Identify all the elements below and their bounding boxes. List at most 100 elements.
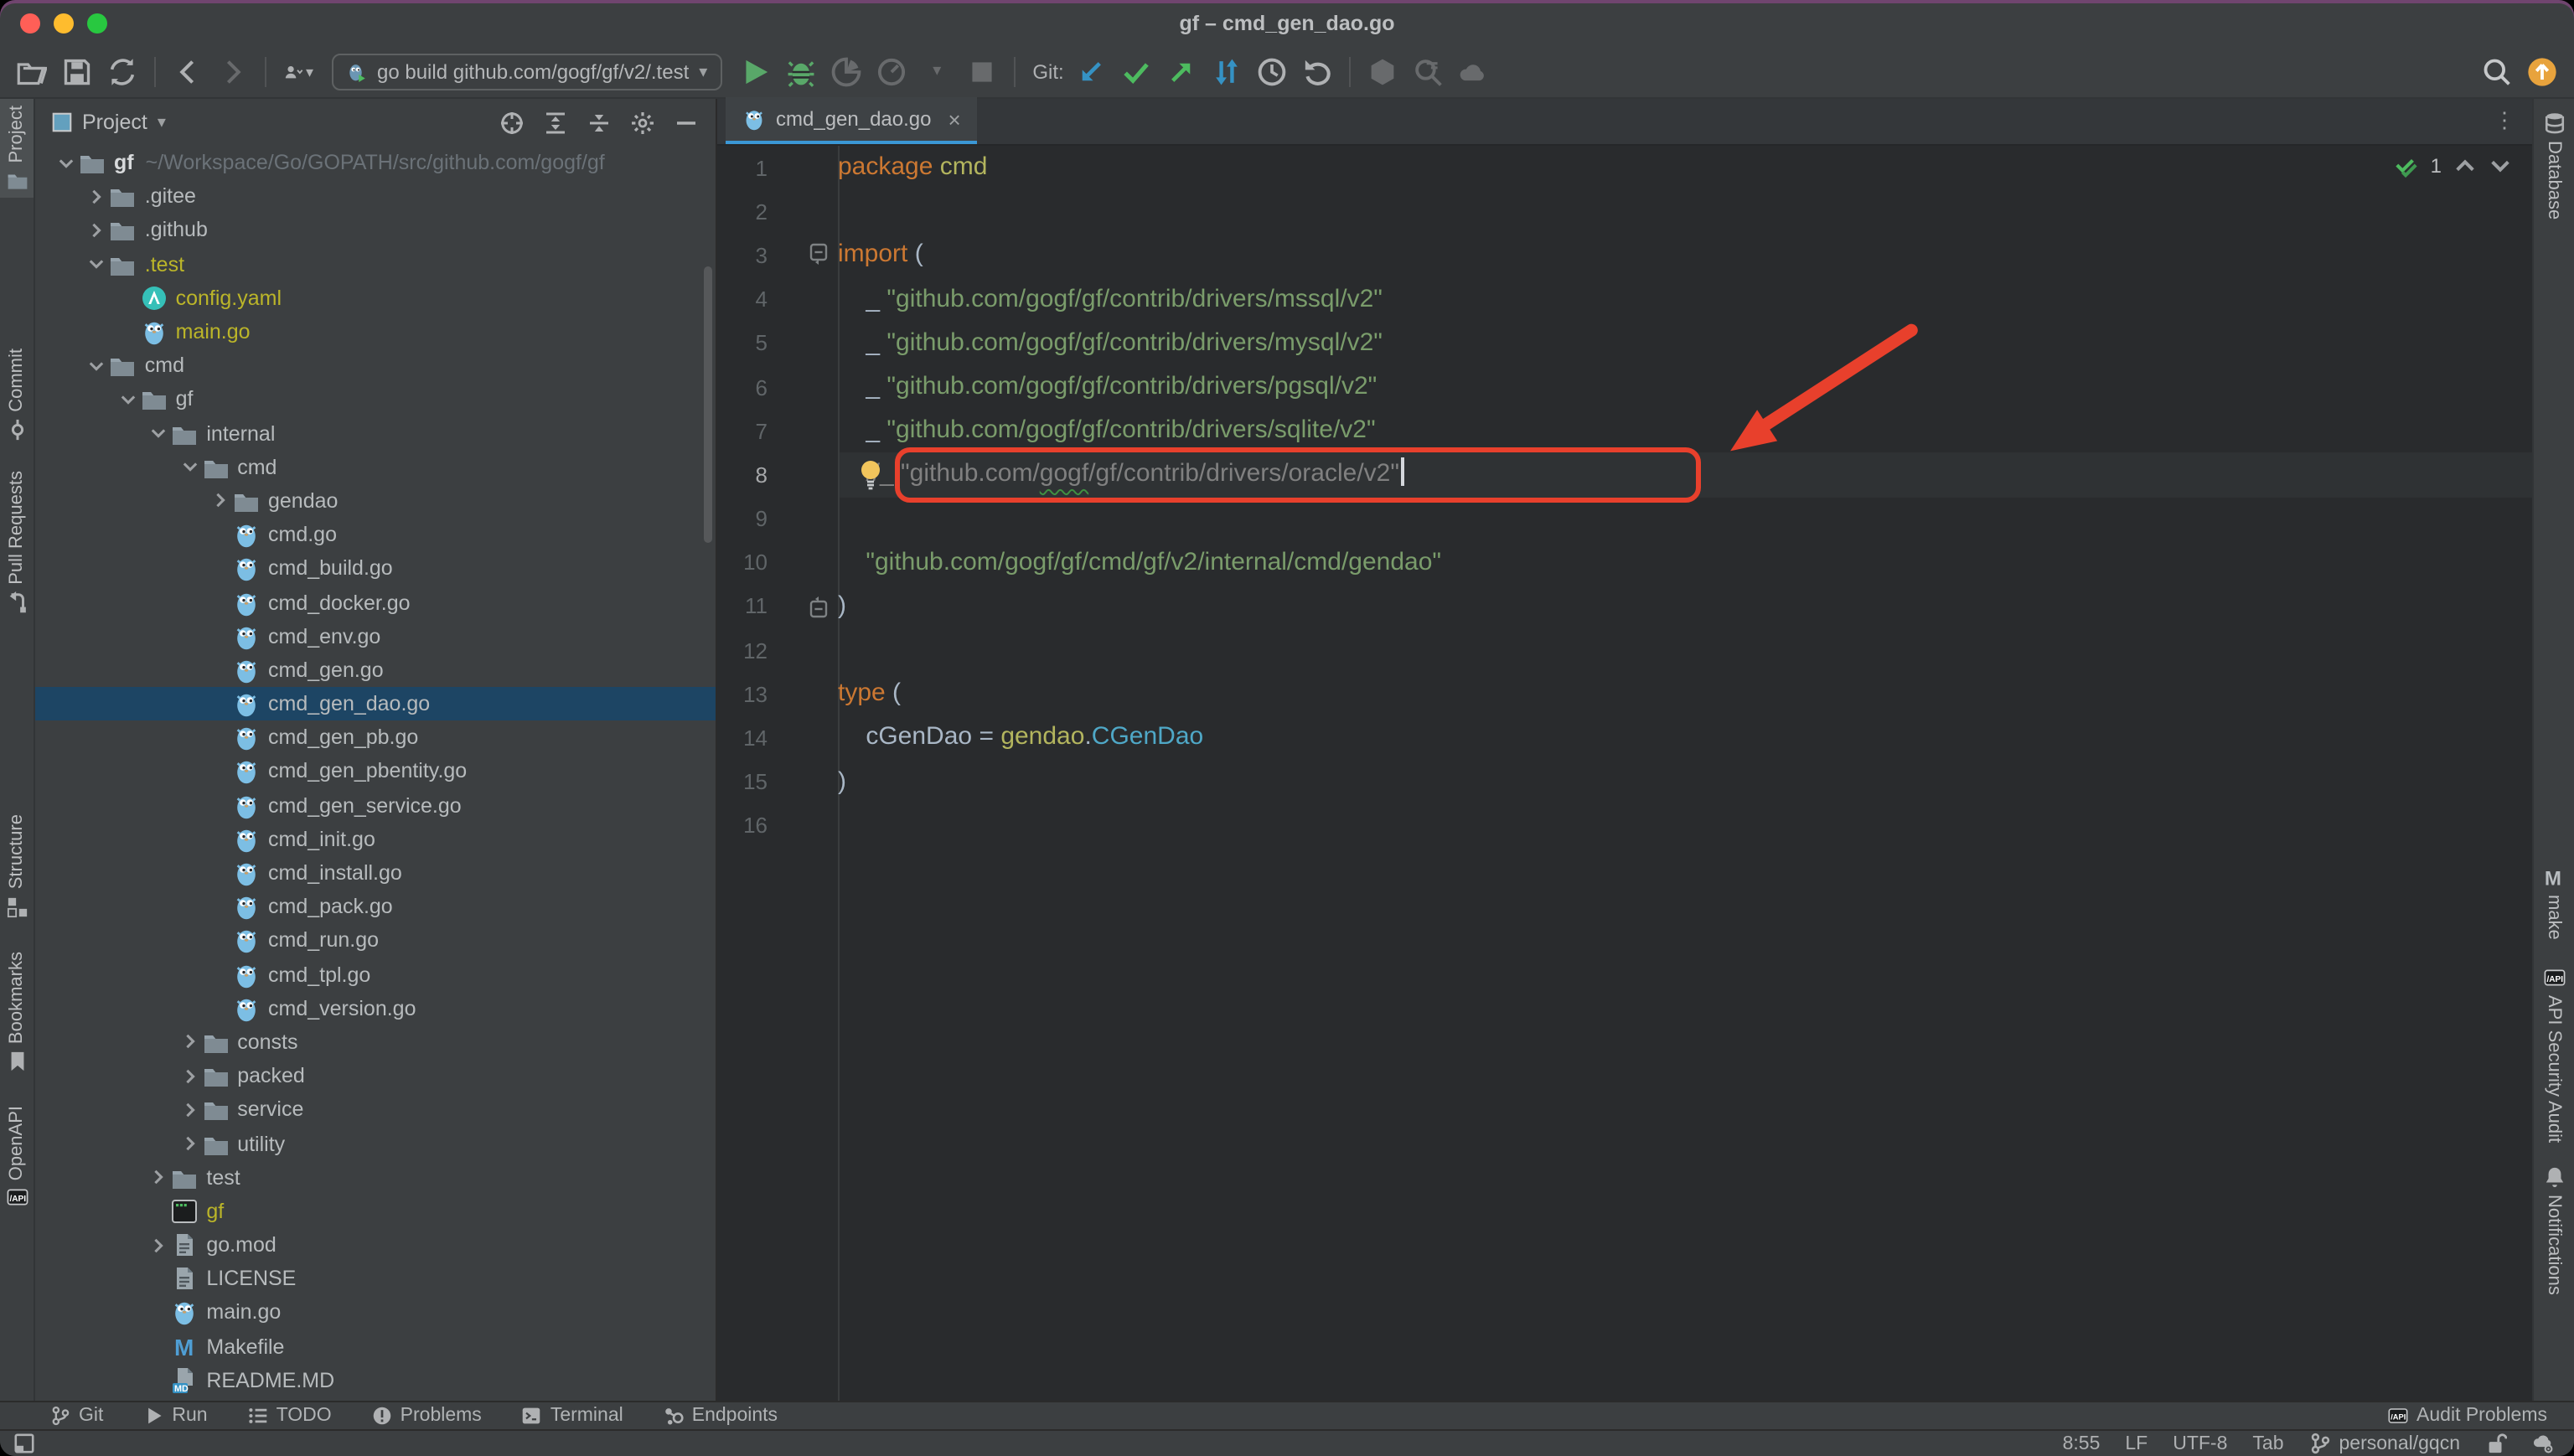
tree-row[interactable]: main.go [35, 315, 716, 349]
update-project-button[interactable] [1076, 57, 1106, 87]
tree-row[interactable]: service [35, 1093, 716, 1127]
line-number[interactable]: 10 [717, 550, 768, 576]
tree-row[interactable]: cmd_version.go [35, 991, 716, 1025]
code-line-4[interactable]: 4 _ "github.com/gogf/gf/contrib/drivers/… [717, 277, 2532, 321]
back-button[interactable] [173, 57, 203, 87]
readonly-toggle[interactable] [2485, 1433, 2507, 1454]
code-line-7[interactable]: 7 _ "github.com/gogf/gf/contrib/drivers/… [717, 409, 2532, 452]
tree-row[interactable]: test [35, 1160, 716, 1194]
line-number[interactable]: 8 [717, 462, 768, 488]
tree-row[interactable]: MMakefile [35, 1330, 716, 1363]
status-caret-position[interactable]: 8:55 [2063, 1433, 2101, 1453]
tree-row[interactable]: .gitee [35, 179, 716, 213]
status-line-separator[interactable]: LF [2125, 1433, 2148, 1453]
fetch-button[interactable] [1212, 57, 1242, 87]
tool-window-button-notifications[interactable]: Notifications [2534, 1159, 2574, 1302]
line-number[interactable]: 16 [717, 813, 768, 839]
close-window-button[interactable] [20, 13, 40, 34]
user-profile-button[interactable]: ▾ [283, 57, 313, 87]
minimize-window-button[interactable] [54, 13, 74, 34]
tree-row[interactable]: cmd_pack.go [35, 890, 716, 923]
tree-row[interactable]: gendao [35, 484, 716, 518]
zoom-window-button[interactable] [87, 13, 107, 34]
rollback-button[interactable] [1302, 57, 1332, 87]
chevron-collapsed-icon[interactable] [208, 493, 233, 509]
line-number[interactable]: 5 [717, 331, 768, 356]
project-panel-title[interactable]: Project [82, 111, 147, 134]
chevron-expanded-icon[interactable] [177, 460, 202, 475]
chevron-collapsed-icon[interactable] [146, 1169, 171, 1185]
tool-windows-icon[interactable] [13, 1433, 35, 1454]
line-number[interactable]: 15 [717, 769, 768, 794]
tool-window-button-project[interactable]: Project [0, 99, 34, 199]
code-line-16[interactable]: 16 [717, 804, 2532, 848]
code-line-12[interactable]: 12 [717, 628, 2532, 672]
tree-row[interactable]: gf [35, 1195, 716, 1228]
chevron-expanded-icon[interactable] [54, 155, 79, 170]
tree-row[interactable]: go.mod [35, 1228, 716, 1262]
chevron-collapsed-icon[interactable] [85, 223, 110, 238]
tree-row[interactable]: cmd_gen.go [35, 653, 716, 687]
tool-window-button-commit[interactable]: Commit [0, 343, 34, 448]
tree-row[interactable]: gf [35, 383, 716, 416]
settings-sync[interactable] [2532, 1433, 2554, 1454]
tool-window-button-api-security-audit[interactable]: /APIAPI Security Audit [2534, 960, 2574, 1149]
line-number[interactable]: 4 [717, 287, 768, 312]
code-editor[interactable]: 1package cmd23import (4 _ "github.com/go… [717, 146, 2532, 1401]
code-line-13[interactable]: 13type ( [717, 673, 2532, 716]
code-line-10[interactable]: 10 "github.com/gogf/gf/cmd/gf/v2/interna… [717, 540, 2532, 584]
code-line-2[interactable]: 2 [717, 189, 2532, 233]
tree-row[interactable]: cmd [35, 450, 716, 483]
run-button[interactable] [741, 57, 771, 87]
line-number[interactable]: 1 [717, 155, 768, 180]
tool-window-button-todo[interactable]: TODO [248, 1406, 332, 1426]
collapse-all-button[interactable] [587, 110, 612, 135]
line-number[interactable]: 12 [717, 638, 768, 663]
profiler-button[interactable] [876, 57, 907, 87]
line-number[interactable]: 9 [717, 506, 768, 531]
forward-button[interactable] [218, 57, 248, 87]
push-button[interactable] [1166, 57, 1197, 87]
previous-problem-icon[interactable] [2453, 154, 2477, 178]
tool-window-button-run[interactable]: Run [143, 1406, 207, 1426]
commit-button[interactable] [1121, 57, 1151, 87]
code-line-14[interactable]: 14 cGenDao = gendao.CGenDao [717, 716, 2532, 760]
services-button[interactable] [1367, 57, 1398, 87]
tree-row[interactable]: cmd_env.go [35, 619, 716, 653]
tree-row[interactable]: cmd_init.go [35, 823, 716, 856]
tree-row[interactable]: cmd_gen_dao.go [35, 687, 716, 720]
line-number[interactable]: 11 [717, 594, 768, 619]
open-button[interactable] [17, 57, 47, 87]
line-number[interactable]: 7 [717, 418, 768, 443]
status-file-encoding[interactable]: UTF-8 [2173, 1433, 2227, 1453]
tree-row[interactable]: MDREADME.MD [35, 1364, 716, 1397]
code-line-9[interactable]: 9 [717, 497, 2532, 540]
tree-row[interactable]: cmd [35, 349, 716, 382]
tab-cmd-gen-dao[interactable]: cmd_gen_dao.go × [726, 97, 978, 144]
local-history-button[interactable] [1257, 57, 1287, 87]
tree-row[interactable]: utility [35, 1127, 716, 1160]
chevron-collapsed-icon[interactable] [146, 1237, 171, 1252]
tree-row[interactable]: cmd_gen_pb.go [35, 720, 716, 754]
tool-window-button-bookmarks[interactable]: Bookmarks [0, 944, 34, 1078]
chevron-collapsed-icon[interactable] [177, 1136, 202, 1151]
save-all-button[interactable] [62, 57, 92, 87]
tool-window-button-terminal[interactable]: Terminal [522, 1406, 623, 1426]
tree-row[interactable]: .test [35, 247, 716, 281]
cloud-sync-button[interactable] [1458, 57, 1488, 87]
tool-window-button-openapi[interactable]: OpenAPI/API [0, 1098, 34, 1215]
more-run-options-button[interactable]: ▾ [922, 57, 952, 87]
line-number[interactable]: 3 [717, 243, 768, 268]
code-line-1[interactable]: 1package cmd [717, 146, 2532, 189]
options-button[interactable] [630, 110, 655, 135]
tree-row[interactable]: packed [35, 1059, 716, 1092]
search-everywhere-button[interactable] [2482, 57, 2512, 87]
chevron-expanded-icon[interactable] [116, 392, 141, 407]
run-with-coverage-button[interactable] [831, 57, 861, 87]
tool-window-button-make[interactable]: Mmake [2534, 860, 2574, 947]
code-line-6[interactable]: 6 _ "github.com/gogf/gf/contrib/drivers/… [717, 365, 2532, 409]
status-indent-style[interactable]: Tab [2252, 1433, 2283, 1453]
line-number[interactable]: 2 [717, 199, 768, 225]
code-line-5[interactable]: 5 _ "github.com/gogf/gf/contrib/drivers/… [717, 322, 2532, 365]
chevron-down-icon[interactable]: ▾ [158, 113, 166, 132]
